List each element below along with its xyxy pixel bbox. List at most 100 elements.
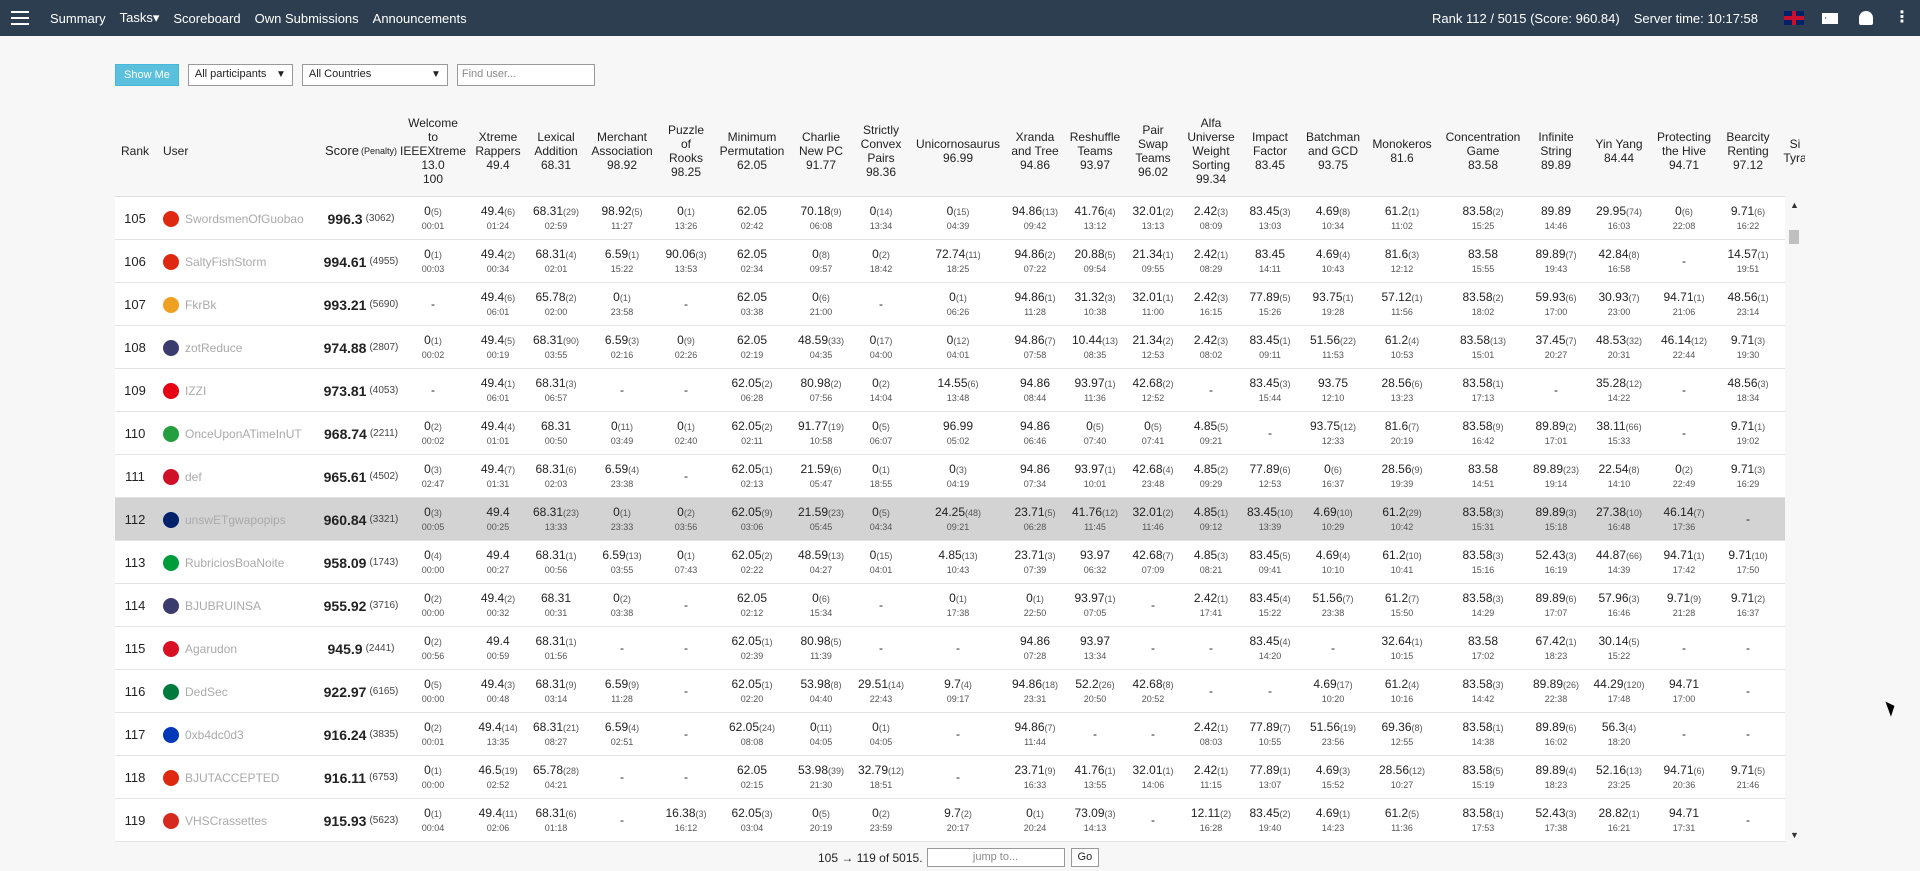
task-score-cell[interactable]: 4.69(4) 10:43 [1299, 240, 1367, 283]
task-score-cell[interactable]: 42.84(8) 16:58 [1585, 240, 1653, 283]
task-score-cell[interactable]: - [1177, 369, 1245, 412]
task-score-cell[interactable]: 4.69(1) 14:23 [1299, 799, 1367, 842]
scroll-down-icon[interactable]: ▼ [1790, 830, 1799, 840]
task-score-cell[interactable]: 52.16(13) 23:25 [1585, 756, 1653, 799]
task-score-cell[interactable]: 68.31(6) 02:03 [522, 455, 590, 498]
task-score-cell[interactable]: 68.31(23) 13:33 [522, 498, 590, 541]
nav-summary[interactable]: Summary [50, 11, 106, 26]
language-selector[interactable] [1776, 11, 1812, 25]
task-score-cell[interactable]: - [588, 799, 656, 842]
task-score-cell[interactable]: 61.2(1) 11:02 [1368, 197, 1436, 240]
task-score-cell[interactable]: 44.29(120) 17:48 [1585, 670, 1653, 713]
find-user-input[interactable]: Find user... [456, 64, 595, 86]
task-score-cell[interactable]: 0(3) 00:05 [399, 498, 467, 541]
task-score-cell[interactable]: 0(1) 23:33 [588, 498, 656, 541]
task-score-cell[interactable]: 83.58(1) 17:13 [1449, 369, 1517, 412]
task-score-cell[interactable]: 2.42(3) 08:02 [1177, 326, 1245, 369]
task-score-cell[interactable]: 68.31 00:31 [522, 584, 590, 627]
table-row[interactable]: 108 zotReduce 974.88 (2807) 0(1) 00:02 49.4(5)… [115, 326, 1785, 369]
task-score-cell[interactable]: 21.59(23) 05:45 [787, 498, 855, 541]
task-score-cell[interactable]: 94.86(18) 23:31 [1001, 670, 1069, 713]
task-score-cell[interactable]: 35.28(12) 14:22 [1585, 369, 1653, 412]
task-score-cell[interactable]: 51.56(22) 11:53 [1299, 326, 1367, 369]
task-score-cell[interactable]: - [924, 627, 992, 670]
task-score-cell[interactable]: 28.56(9) 19:39 [1368, 455, 1436, 498]
task-score-cell[interactable]: 0(6) 15:34 [787, 584, 855, 627]
task-score-cell[interactable]: 68.31(21) 08:27 [522, 713, 590, 756]
row-user[interactable]: OnceUponATimeInUT [163, 412, 313, 455]
task-score-cell[interactable]: 94.71(1) 21:06 [1650, 283, 1718, 326]
vertical-scrollbar[interactable]: ▲ ▼ [1785, 196, 1803, 844]
task-score-cell[interactable]: 2.42(3) 08:09 [1177, 197, 1245, 240]
task-score-cell[interactable]: 83.45(4) 15:22 [1236, 584, 1304, 627]
table-row[interactable]: 112 unswETgwapopips 960.84 (3321) 0(3) 00:05 4… [115, 498, 1785, 541]
task-score-cell[interactable]: 83.45(3) 15:44 [1236, 369, 1304, 412]
task-score-cell[interactable]: 4.69(3) 15:52 [1299, 756, 1367, 799]
row-user[interactable]: VHSCrassettes [163, 799, 313, 842]
task-score-cell[interactable]: 83.58(3) 14:42 [1449, 670, 1517, 713]
task-score-cell[interactable]: - [399, 369, 467, 412]
task-score-cell[interactable]: - [1650, 240, 1718, 283]
task-score-cell[interactable]: 0(1) 20:24 [1001, 799, 1069, 842]
task-score-cell[interactable]: 0(1) 00:02 [399, 326, 467, 369]
task-score-cell[interactable]: 68.31(9) 03:14 [522, 670, 590, 713]
task-score-cell[interactable]: 44.87(66) 14:39 [1585, 541, 1653, 584]
task-score-cell[interactable]: 21.59(6) 05:47 [787, 455, 855, 498]
task-score-cell[interactable]: 83.58(5) 15:19 [1449, 756, 1517, 799]
task-score-cell[interactable]: 90.06(3) 13:53 [652, 240, 720, 283]
task-score-cell[interactable]: 22.54(8) 14:10 [1585, 455, 1653, 498]
task-score-cell[interactable]: 83.45(1) 09:11 [1236, 326, 1304, 369]
task-score-cell[interactable]: 4.69(10) 10:29 [1299, 498, 1367, 541]
task-score-cell[interactable]: 83.45(4) 14:20 [1236, 627, 1304, 670]
task-score-cell[interactable]: 83.45(2) 19:40 [1236, 799, 1304, 842]
task-score-cell[interactable]: 94.86 06:46 [1001, 412, 1069, 455]
table-row[interactable]: 110 OnceUponATimeInUT 968.74 (2211) 0(2) 00:0… [115, 412, 1785, 455]
task-score-cell[interactable]: - [652, 584, 720, 627]
task-score-cell[interactable]: 0(1) 07:43 [652, 541, 720, 584]
task-score-cell[interactable]: 68.31(1) 01:56 [522, 627, 590, 670]
task-score-cell[interactable]: 9.71(9) 21:28 [1650, 584, 1718, 627]
task-score-cell[interactable]: 89.89(23) 19:14 [1522, 455, 1590, 498]
table-row[interactable]: 109 IZZI 973.81 (4053) -49.4(1) 06:01 68.31(3)… [115, 369, 1785, 412]
task-score-cell[interactable]: 94.71(6) 20:36 [1650, 756, 1718, 799]
row-user[interactable]: def [163, 455, 313, 498]
task-score-cell[interactable]: 16.38(3) 16:12 [652, 799, 720, 842]
task-score-cell[interactable]: 94.71(1) 17:42 [1650, 541, 1718, 584]
row-user[interactable]: unswETgwapopips [163, 498, 313, 541]
task-score-cell[interactable]: 0(3) 02:47 [399, 455, 467, 498]
task-score-cell[interactable]: 12.11(2) 16:28 [1177, 799, 1245, 842]
task-score-cell[interactable]: 9.71(2) 16:37 [1714, 584, 1782, 627]
task-score-cell[interactable]: 89.89(2) 17:01 [1522, 412, 1590, 455]
task-score-cell[interactable]: 94.71 17:31 [1650, 799, 1718, 842]
header-task[interactable]: Batchman and GCD 93.75 [1296, 108, 1370, 194]
task-score-cell[interactable]: 0(2) 00:02 [399, 412, 467, 455]
task-score-cell[interactable]: 9.71(10) 17:50 [1714, 541, 1782, 584]
table-row[interactable]: 115 Agarudon 945.9 (2441) 0(2) 00:56 49.4 00:59… [115, 627, 1785, 670]
task-score-cell[interactable]: 83.58(13) 15:01 [1449, 326, 1517, 369]
header-task[interactable]: Merchant Association 98.92 [585, 108, 659, 194]
task-score-cell[interactable]: 48.56(3) 18:34 [1714, 369, 1782, 412]
table-row[interactable]: 106 SaltyFishStorm 994.61 (4955) 0(1) 00:03 49… [115, 240, 1785, 283]
task-score-cell[interactable]: 83.58 15:55 [1449, 240, 1517, 283]
task-score-cell[interactable]: 89.89(4) 18:23 [1522, 756, 1590, 799]
nav-scoreboard[interactable]: Scoreboard [173, 11, 240, 26]
task-score-cell[interactable]: 48.53(32) 20:31 [1585, 326, 1653, 369]
table-row[interactable]: 105 SwordsmenOfGuobao 996.3 (3062) 0(5) 00:01… [115, 197, 1785, 240]
task-score-cell[interactable]: 83.45(3) 13:03 [1236, 197, 1304, 240]
task-score-cell[interactable]: - [652, 627, 720, 670]
menu-icon[interactable] [0, 11, 40, 25]
task-score-cell[interactable]: 0(14) 13:34 [847, 197, 915, 240]
task-score-cell[interactable]: 52.43(3) 17:38 [1522, 799, 1590, 842]
task-score-cell[interactable]: 89.89(6) 17:07 [1522, 584, 1590, 627]
task-score-cell[interactable]: 80.98(5) 11:39 [787, 627, 855, 670]
task-score-cell[interactable]: 28.56(6) 13:23 [1368, 369, 1436, 412]
task-score-cell[interactable]: 4.85(5) 09:21 [1177, 412, 1245, 455]
task-score-cell[interactable]: - [588, 627, 656, 670]
task-score-cell[interactable]: 68.31(90) 03:55 [522, 326, 590, 369]
task-score-cell[interactable]: 6.59(1) 15:22 [588, 240, 656, 283]
task-score-cell[interactable]: 83.58 17:02 [1449, 627, 1517, 670]
task-score-cell[interactable]: 72.74(11) 18:25 [924, 240, 992, 283]
scroll-up-icon[interactable]: ▲ [1790, 200, 1799, 210]
header-task[interactable]: Lexical Addition 68.31 [519, 108, 593, 194]
task-score-cell[interactable]: 0(1) 04:05 [847, 713, 915, 756]
